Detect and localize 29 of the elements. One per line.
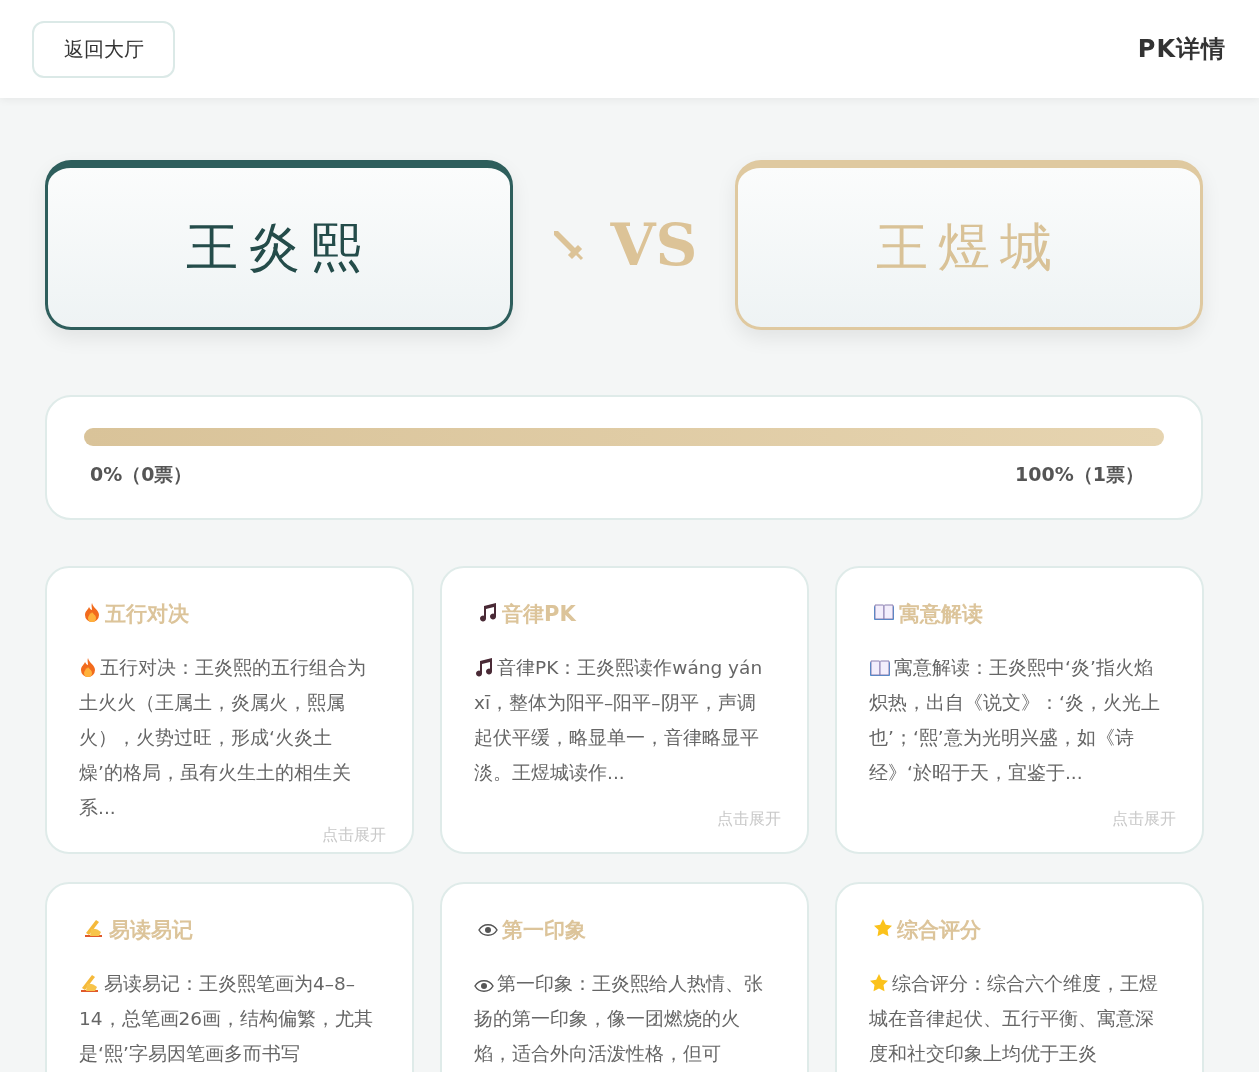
music-note-icon [478,601,498,622]
open-book-icon [869,659,891,677]
fire-icon [79,657,97,677]
card-title: 音律PK [502,601,576,628]
versus-label: VS [610,211,698,279]
open-book-icon [873,603,895,621]
star-icon [869,973,889,993]
fire-icon [83,601,101,622]
player-name-card: 王煜城 [735,160,1203,330]
card-text: 综合评分：综合六个维度，王煜城在音律起伏、五行平衡、寓意深度和社交印象上均优于王炎 [869,972,1159,1066]
card-title: 综合评分 [897,917,981,944]
back-button[interactable]: 返回大厅 [32,20,175,78]
card-text: 五行对决：王炎熙的五行组合为土火火（王属土，炎属火，熙属火），火势过旺，形成‘火炎土燥’的格局，虽有火生土的相生关系... [79,656,367,820]
page-title: PK详情 [1137,34,1226,65]
card-text: 易读易记：王炎熙笔画为4–8–14，总笔画26画，结构偏繁，尤其是‘熙’字易因笔画多而书写 [79,972,375,1066]
eye-icon [474,979,494,993]
card-text: 第一印象：王炎熙给人热情、张扬的第一印象，像一团燃烧的火焰，适合外向活泼性格，但可 [474,972,764,1066]
eye-icon [478,923,498,937]
left-vote-share: 0%（0票） [90,462,193,487]
card-title: 第一印象 [502,917,586,944]
card-text: 寓意解读：王炎熙中‘炎’指火焰炽热，出自《说文》：‘炎，火光上也’；‘熙’意为光明兴盛，如《诗经》‘於昭于天，宜鉴于... [869,656,1161,785]
card-title: 易读易记 [109,917,193,944]
star-icon [873,917,893,938]
music-note-icon [474,657,494,677]
card-title: 寓意解读 [899,601,983,628]
player-name-card: 王炎熙 [45,160,513,330]
right-vote-share: 100%（1票） [1015,462,1144,487]
card-text: 音律PK：王炎熙读作wáng yán xī，整体为阳平–阳平–阴平，声调起伏平缓，略显单一，音律略显平淡。王煜城读作... [474,656,764,785]
card-title: 五行对决 [105,601,189,628]
